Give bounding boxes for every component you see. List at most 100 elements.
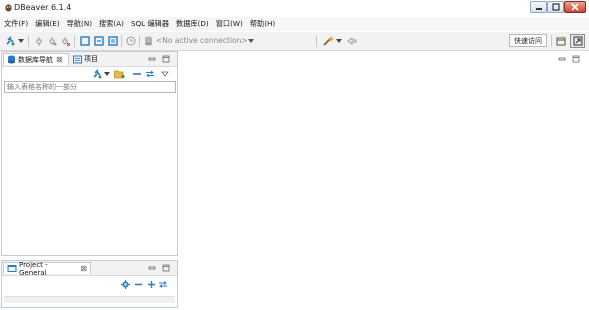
plug-add-icon — [6, 36, 15, 46]
link-arrows-icon — [159, 280, 167, 288]
minimize-icon — [148, 266, 156, 270]
menu-bar: 文件(F) 编辑(E) 导航(N) 搜索(A) SQL 编辑器 数据库(D) 窗… — [0, 17, 589, 31]
menu-database[interactable]: 数据库(D) — [172, 18, 212, 30]
menu-search[interactable]: 搜索(A) — [95, 18, 127, 30]
minimize-icon — [148, 57, 156, 61]
project-add-button[interactable] — [146, 279, 156, 289]
plug-icon — [36, 37, 41, 46]
sql-tools-button[interactable] — [322, 35, 334, 47]
folder-add-icon — [113, 70, 125, 79]
transaction-log-button[interactable] — [107, 35, 118, 47]
window-title: DBeaver 6.1.4 — [14, 3, 72, 12]
dbeaver-perspective-button[interactable] — [570, 34, 585, 48]
clock-icon — [126, 36, 135, 46]
menu-help[interactable]: 帮助(H) — [246, 18, 278, 30]
transaction-icon — [79, 36, 90, 46]
tab-project-general-label: Project - General — [18, 260, 48, 277]
plug-refresh-icon — [49, 37, 56, 46]
new-connection-dropdown[interactable] — [17, 35, 24, 47]
menu-edit[interactable]: 编辑(E) — [31, 18, 63, 30]
close-icon — [571, 3, 579, 11]
quick-access-field[interactable]: 快速访问 — [509, 34, 547, 47]
tab-database-navigator-label: 数据库导航 — [18, 55, 53, 64]
menu-navigate[interactable]: 导航(N) — [63, 18, 95, 30]
rollback-button[interactable] — [93, 35, 104, 47]
editor-maximize-button[interactable] — [571, 54, 581, 64]
project-general-panel: Project - General ⊠ — [1, 260, 178, 308]
pending-transactions-button[interactable] — [125, 35, 136, 47]
menu-sql-editor[interactable]: SQL 编辑器 — [127, 18, 172, 30]
minimize-button[interactable] — [530, 1, 547, 13]
maximize-icon — [572, 55, 580, 63]
navigate-back-button[interactable] — [345, 35, 358, 47]
link-arrows-icon — [145, 70, 154, 78]
editor-minimize-button[interactable] — [557, 54, 567, 64]
minimize-icon — [535, 8, 542, 10]
wand-icon — [322, 36, 334, 46]
close-tab-icon[interactable]: ⊠ — [80, 264, 87, 273]
view-menu-icon — [160, 71, 169, 77]
connection-dropdown[interactable] — [247, 35, 255, 47]
table-filter-input[interactable] — [4, 81, 176, 93]
database-navigator-panel: 数据库导航 ⊠ 项目 — [1, 51, 178, 256]
menu-window[interactable]: 窗口(W) — [212, 18, 246, 30]
dbeaver-logo-icon — [5, 4, 12, 12]
database-icon — [145, 36, 152, 46]
chevron-down-icon — [335, 39, 342, 43]
maximize-icon — [551, 3, 560, 11]
navigator-tree-area[interactable] — [2, 95, 177, 255]
project-icon — [73, 55, 82, 63]
active-connection-selector[interactable]: <No active connection> — [156, 35, 248, 47]
project-general-icon — [7, 265, 17, 272]
chevron-down-icon — [248, 39, 254, 43]
transaction-log-icon — [107, 36, 118, 46]
plus-icon — [147, 280, 155, 288]
maximize-button[interactable] — [547, 1, 564, 13]
close-button[interactable] — [564, 1, 586, 13]
editor-area[interactable] — [180, 51, 588, 308]
invalidate-button[interactable] — [46, 35, 57, 47]
database-navigator-icon — [8, 55, 15, 64]
tab-project-general[interactable]: Project - General ⊠ — [3, 260, 91, 277]
plug-add-icon — [93, 69, 102, 79]
maximize-panel-button[interactable] — [161, 263, 171, 273]
tab-project[interactable]: 项目 — [70, 53, 104, 65]
transaction-mode-icon — [93, 36, 104, 46]
menu-file[interactable]: 文件(F) — [0, 18, 31, 30]
open-perspective-button[interactable] — [555, 35, 566, 47]
navigator-tab-row: 数据库导航 ⊠ 项目 — [2, 52, 177, 67]
close-tab-icon[interactable]: ⊠ — [56, 55, 63, 64]
minimize-panel-button[interactable] — [147, 263, 157, 273]
nav-new-dropdown[interactable] — [103, 69, 110, 79]
minimize-icon — [558, 57, 566, 61]
nav-view-menu-button[interactable] — [160, 69, 169, 79]
disconnect-button[interactable] — [59, 35, 70, 47]
gear-icon — [120, 279, 130, 289]
minimize-panel-button[interactable] — [147, 54, 157, 64]
main-toolbar: <No active connection> 快速访问 — [0, 32, 589, 51]
project-link-button[interactable] — [158, 279, 168, 289]
tab-database-navigator[interactable]: 数据库导航 ⊠ — [3, 53, 69, 65]
plug-disconnect-icon — [62, 37, 70, 46]
title-bar: DBeaver 6.1.4 — [0, 0, 589, 16]
maximize-panel-button[interactable] — [161, 54, 171, 64]
project-scrollbar[interactable] — [4, 296, 175, 303]
dbeaver-perspective-icon — [573, 36, 582, 46]
nav-new-folder-button[interactable] — [113, 69, 125, 79]
project-tab-row: Project - General ⊠ — [2, 260, 177, 277]
project-collapse-button[interactable] — [133, 279, 143, 289]
maximize-icon — [162, 55, 170, 63]
nav-new-connection-button[interactable] — [91, 69, 103, 79]
connect-button[interactable] — [33, 35, 44, 47]
nav-link-editor-button[interactable] — [144, 69, 155, 79]
collapse-all-icon — [132, 73, 141, 75]
project-configure-button[interactable] — [120, 279, 130, 289]
maximize-icon — [162, 264, 170, 272]
perspective-icon — [556, 36, 565, 46]
commit-button[interactable] — [79, 35, 90, 47]
new-connection-button[interactable] — [4, 35, 16, 47]
active-datasource-icon — [143, 35, 154, 47]
collapse-all-icon — [134, 283, 142, 285]
nav-collapse-all-button[interactable] — [131, 69, 142, 79]
sql-tools-dropdown[interactable] — [335, 35, 342, 47]
